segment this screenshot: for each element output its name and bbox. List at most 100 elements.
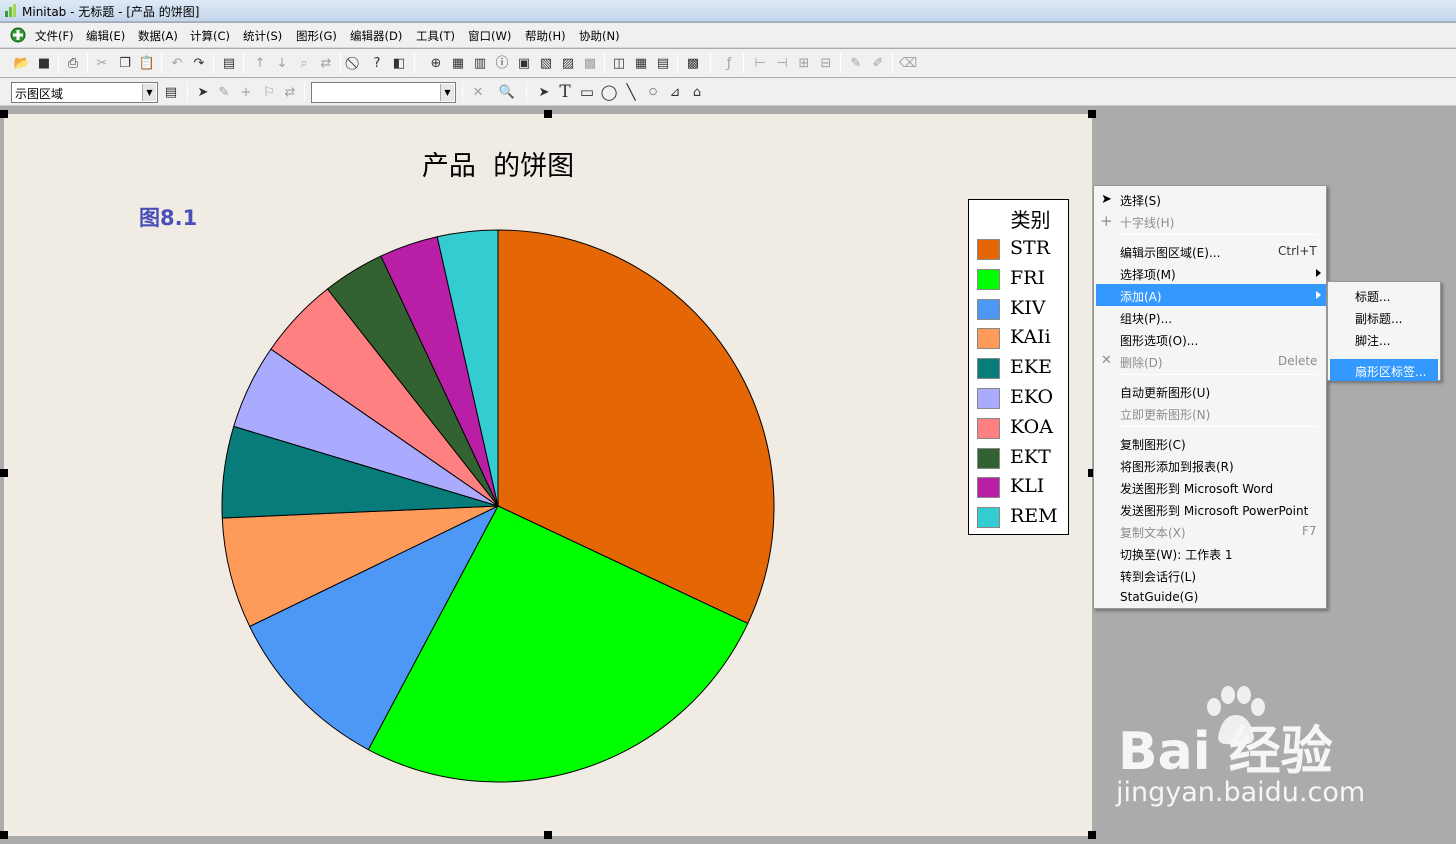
submenu-item-slice-labels[interactable]: 扇形区标签... xyxy=(1330,359,1438,381)
select-pointer-icon[interactable]: ➤ xyxy=(195,84,211,100)
menu-window[interactable]: 窗口(W) xyxy=(468,28,511,44)
menu-item-crosshair[interactable]: + 十字线(H) xyxy=(1096,210,1324,232)
chart-title[interactable]: 产品 的饼图 xyxy=(4,144,992,183)
move-up-icon[interactable]: ↑ xyxy=(252,55,268,71)
graph-window-icon[interactable]: ▥ xyxy=(472,55,488,71)
line-tool-icon[interactable]: ╲ xyxy=(623,84,639,100)
menu-item-update-now[interactable]: 立即更新图形(N) xyxy=(1096,402,1324,424)
session-window-icon[interactable]: ⊕ xyxy=(428,55,444,71)
delete-x-icon[interactable]: ✕ xyxy=(470,84,486,100)
menu-edit[interactable]: 编辑(E) xyxy=(86,28,125,44)
menu-item-edit-region[interactable]: 编辑示图区域(E)... Ctrl+T xyxy=(1096,240,1324,262)
swap-icon[interactable]: ⇄ xyxy=(282,84,298,100)
history-icon[interactable]: ▣ xyxy=(516,55,532,71)
menu-item-add-to-report[interactable]: 将图形添加到报表(R) xyxy=(1096,454,1324,476)
selection-handle[interactable] xyxy=(0,110,8,118)
graph-region-select[interactable]: 示图区域 ▼ xyxy=(11,82,158,103)
menu-item-copy-graph[interactable]: 复制图形(C) xyxy=(1096,432,1324,454)
chart-legend[interactable]: 类别 STR FRI KIV KAIi EKE EKO KOA EKT KLI REM xyxy=(968,199,1069,535)
edit-last-dialog-icon[interactable]: ▤ xyxy=(221,55,237,71)
figure-label[interactable]: 图8.1 xyxy=(139,202,197,232)
menu-data[interactable]: 数据(A) xyxy=(138,28,178,44)
insert-rows-icon[interactable]: ⊣ xyxy=(774,55,790,71)
menu-item-send-to-powerpoint[interactable]: 发送图形到 Microsoft PowerPoint xyxy=(1096,498,1324,520)
menu-item-switch-to[interactable]: 切换至(W): 工作表 1 xyxy=(1096,542,1324,564)
print-icon[interactable]: ⎙ xyxy=(65,55,81,71)
help-icon[interactable]: ? xyxy=(369,55,385,71)
cut-icon[interactable]: ✂ xyxy=(94,55,110,71)
move-columns-icon[interactable]: ⊟ xyxy=(818,55,834,71)
selection-handle[interactable] xyxy=(544,831,552,839)
submenu-item-footnote[interactable]: 脚注... xyxy=(1330,328,1438,350)
brush-graph-icon[interactable]: ▩ xyxy=(685,55,701,71)
menu-item-panel[interactable]: 组块(P)... xyxy=(1096,306,1324,328)
redo-icon[interactable]: ↷ xyxy=(191,55,207,71)
graph-window[interactable]: 产品 的饼图 图8.1 类别 STR FRI KIV KAIi EKE EKO KOA EKT… xyxy=(4,114,1092,836)
annotate-pointer-icon[interactable]: ➤ xyxy=(536,84,552,100)
stat-guide-icon[interactable]: ◧ xyxy=(391,55,407,71)
formula-icon[interactable]: ƒ xyxy=(721,55,737,71)
menu-item-graph-options[interactable]: 图形选项(O)... xyxy=(1096,328,1324,350)
zoom-icon[interactable]: 🔍 xyxy=(499,84,515,100)
menu-file[interactable]: 文件(F) xyxy=(35,28,74,44)
selection-handle[interactable] xyxy=(1088,110,1096,118)
menu-tools[interactable]: 工具(T) xyxy=(416,28,455,44)
menu-editor[interactable]: 编辑器(D) xyxy=(350,28,402,44)
menu-item-goto-session[interactable]: 转到会话行(L) xyxy=(1096,564,1324,586)
menu-item-send-to-word[interactable]: 发送图形到 Microsoft Word xyxy=(1096,476,1324,498)
polygon-tool-icon[interactable]: ⌂ xyxy=(689,84,705,100)
rectangle-tool-icon[interactable]: ▭ xyxy=(579,84,595,100)
copy-icon[interactable]: ❐ xyxy=(117,55,133,71)
submenu-item-title[interactable]: 标题... xyxy=(1330,284,1438,306)
cancel-icon[interactable]: ⃠ xyxy=(347,55,363,71)
menu-item-auto-update[interactable]: 自动更新图形(U) xyxy=(1096,380,1324,402)
project-manager-icon[interactable]: ▩ xyxy=(582,55,598,71)
crosshair-tool-icon[interactable]: + xyxy=(238,84,254,100)
info-icon[interactable]: ⓘ xyxy=(494,55,510,71)
replace-icon[interactable]: ⇄ xyxy=(318,55,334,71)
menu-help[interactable]: 帮助(H) xyxy=(525,28,566,44)
edit-properties-icon[interactable]: ▤ xyxy=(163,84,179,100)
menu-item-copy-text[interactable]: 复制文本(X) F7 xyxy=(1096,520,1324,542)
remove-brush-icon[interactable]: ✐ xyxy=(870,55,886,71)
tile-graphs-icon[interactable]: ▦ xyxy=(633,55,649,71)
graph-folder-icon[interactable]: ▧ xyxy=(538,55,554,71)
undo-icon[interactable]: ↶ xyxy=(169,55,185,71)
selection-handle[interactable] xyxy=(1088,831,1096,839)
insert-cells-icon[interactable]: ⊢ xyxy=(752,55,768,71)
save-icon[interactable]: ■ xyxy=(36,55,52,71)
dropdown-arrow-icon[interactable]: ▼ xyxy=(142,84,156,101)
annotation-select[interactable]: ▼ xyxy=(311,82,456,103)
selection-handle[interactable] xyxy=(0,469,8,477)
text-tool-icon[interactable]: T xyxy=(557,83,573,100)
menu-item-delete[interactable]: ✕ 删除(D) Delete xyxy=(1096,350,1324,372)
menu-calc[interactable]: 计算(C) xyxy=(190,28,230,44)
add-brush-icon[interactable]: ✎ xyxy=(848,55,864,71)
menu-graph[interactable]: 图形(G) xyxy=(296,28,337,44)
submenu-item-subtitle[interactable]: 副标题... xyxy=(1330,306,1438,328)
close-all-graphs-icon[interactable]: ◫ xyxy=(611,55,627,71)
selection-handle[interactable] xyxy=(544,110,552,118)
flag-icon[interactable]: ⚐ xyxy=(261,84,277,100)
move-down-icon[interactable]: ↓ xyxy=(274,55,290,71)
menu-assistant[interactable]: 协助(N) xyxy=(579,28,620,44)
eraser-icon[interactable]: ⌫ xyxy=(899,55,917,71)
menu-item-select[interactable]: ➤ 选择(S) xyxy=(1096,188,1324,210)
find-icon[interactable]: ⌕ xyxy=(296,55,312,71)
paste-icon[interactable]: 📋 xyxy=(139,55,155,71)
selection-handle[interactable] xyxy=(0,831,8,839)
marker-tool-icon[interactable]: ○ xyxy=(645,84,661,100)
new-report-icon[interactable]: ▨ xyxy=(560,55,576,71)
ellipse-tool-icon[interactable]: ◯ xyxy=(601,84,618,100)
minitab-app-icon[interactable] xyxy=(10,27,26,43)
manage-graphs-icon[interactable]: ▤ xyxy=(655,55,671,71)
menu-item-add[interactable]: 添加(A) xyxy=(1096,284,1326,306)
brush-icon[interactable]: ✎ xyxy=(216,84,232,100)
menu-item-statguide[interactable]: StatGuide(G) xyxy=(1096,586,1324,608)
open-icon[interactable]: 📂 xyxy=(14,55,30,71)
worksheet-icon[interactable]: ▦ xyxy=(450,55,466,71)
insert-columns-icon[interactable]: ⊞ xyxy=(796,55,812,71)
menu-stat[interactable]: 统计(S) xyxy=(243,28,282,44)
polyline-tool-icon[interactable]: ⊿ xyxy=(667,84,683,100)
dropdown-arrow-icon[interactable]: ▼ xyxy=(440,84,454,101)
